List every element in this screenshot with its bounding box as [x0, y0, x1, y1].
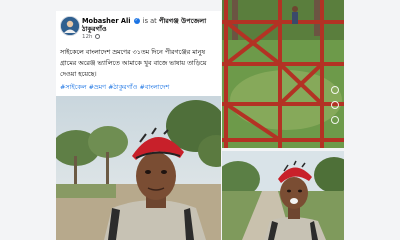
- share-icon[interactable]: [331, 116, 339, 124]
- post-text: সাইকেলে বাংলাদেশ ভ্রমণের ৩১তম দিনে পীরগঞ…: [60, 48, 207, 78]
- metal-frame-image: [222, 0, 344, 148]
- post-meta: 12h: [82, 34, 101, 40]
- location-link-line2[interactable]: ঠাকুরগাঁও: [82, 25, 107, 33]
- like-icon[interactable]: [331, 86, 339, 94]
- verified-icon: ✓: [133, 18, 140, 24]
- post-photo-road[interactable]: [222, 151, 344, 240]
- header-separator: is: [142, 17, 149, 25]
- post-photo-main[interactable]: [56, 96, 221, 240]
- cyclist-road-image: [222, 151, 344, 240]
- cyclist-selfie-image: [56, 96, 221, 240]
- post-hashtags[interactable]: #সাইকেল #ভ্রমণ #ঠাকুরগাঁও #বাংলাদেশ: [60, 82, 220, 92]
- header-at: at: [150, 17, 157, 25]
- location-link[interactable]: পীরগঞ্জ উপজেলা: [159, 17, 206, 25]
- post-time[interactable]: 12h: [82, 34, 92, 40]
- post-header: Mobasher Ali ✓ is at পীরগঞ্জ উপজেলা: [82, 17, 219, 25]
- post-photo-frame[interactable]: [222, 0, 344, 148]
- side-actions: [330, 86, 340, 131]
- globe-icon: [95, 34, 101, 39]
- avatar-icon: [61, 17, 79, 35]
- author-name[interactable]: Mobasher Ali: [82, 17, 131, 25]
- author-avatar[interactable]: [60, 16, 80, 36]
- comment-icon[interactable]: [331, 101, 339, 109]
